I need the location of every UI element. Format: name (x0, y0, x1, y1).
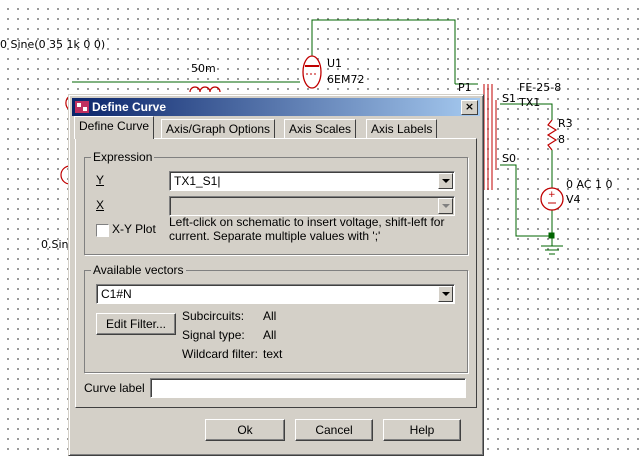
tab-panel: Expression Y TX1_S1| X X-Y Plot Left-cli… (75, 138, 477, 408)
v4-ref-label: V4 (566, 193, 581, 206)
source-v4-symbol[interactable]: + (540, 187, 564, 211)
v4-value-label: 0 AC 1 0 (566, 178, 613, 191)
wildcard-label: Wildcard filter: (182, 347, 259, 361)
y-label: Y (96, 173, 105, 187)
vector-select[interactable]: C1#N (96, 284, 455, 304)
tube-ref-label: U1 (327, 57, 343, 70)
transformer-symbol[interactable] (483, 84, 497, 190)
tab-axis-labels[interactable]: Axis Labels (366, 119, 438, 138)
help-button[interactable]: Help (383, 419, 461, 441)
signal-type-label: Signal type: (182, 328, 245, 342)
s0-label: S0 (502, 152, 516, 165)
expression-group: Expression Y TX1_S1| X X-Y Plot Left-cli… (84, 150, 468, 255)
x-label: X (96, 198, 105, 212)
cancel-button[interactable]: Cancel (295, 419, 373, 441)
y-expression-value: TX1_S1| (174, 174, 221, 188)
chevron-down-icon[interactable] (438, 198, 453, 214)
tab-axis-scales[interactable]: Axis Scales (284, 119, 357, 138)
transformer-ref-label: TX1 (519, 96, 541, 109)
inductor-symbol[interactable] (189, 86, 221, 93)
xy-plot-checkbox[interactable] (96, 224, 109, 237)
subcircuits-value: All (263, 309, 277, 323)
curve-label-input[interactable] (150, 378, 466, 398)
hint-line-1: Left-click on schematic to insert voltag… (169, 215, 445, 229)
dialog-titlebar[interactable]: Define Curve × (72, 98, 480, 116)
define-curve-dialog: Define Curve × Define Curve Axis/Graph O… (68, 94, 484, 456)
xy-plot-label[interactable]: X-Y Plot (112, 222, 156, 236)
inductor-value-label: 50m (191, 62, 216, 75)
edit-filter-button[interactable]: Edit Filter... (96, 313, 176, 335)
tube-u1-symbol[interactable] (302, 55, 322, 89)
y-expression-combo[interactable]: TX1_S1| (169, 171, 455, 191)
hint-line-2: current. Separate multiple values with '… (169, 229, 381, 243)
left-partial-label: 0.Sin (41, 238, 69, 251)
p1-label: P1 (458, 81, 472, 94)
svg-text:+: + (548, 190, 556, 200)
source-label: 0 Sine(0 35 1k 0 0) (0, 38, 106, 51)
ok-button[interactable]: Ok (205, 419, 285, 441)
resistor-ref-label: R3 (558, 117, 573, 130)
app-icon (75, 101, 89, 113)
tab-axis-graph-options[interactable]: Axis/Graph Options (161, 119, 276, 138)
dialog-title: Define Curve (92, 100, 167, 114)
available-vectors-label: Available vectors (91, 263, 186, 277)
chevron-down-icon[interactable] (438, 286, 453, 302)
subcircuits-label: Subcircuits: (182, 309, 245, 323)
available-vectors-group: Available vectors C1#N Edit Filter... Su… (84, 263, 468, 373)
expression-group-label: Expression (91, 150, 155, 164)
vector-select-value: C1#N (101, 287, 132, 301)
resistor-r3-symbol[interactable] (546, 119, 558, 151)
chevron-down-icon[interactable] (438, 173, 453, 189)
wildcard-value: text (263, 347, 283, 361)
resistor-value-label: 8 (558, 133, 565, 146)
signal-type-value: All (263, 328, 277, 342)
s1-label: S1 (502, 92, 516, 105)
tube-model-label: 6EM72 (327, 73, 365, 86)
x-expression-combo[interactable] (169, 196, 455, 216)
tab-define-curve[interactable]: Define Curve (74, 116, 155, 139)
transformer-model-label: FE-25-8 (519, 81, 562, 94)
close-icon[interactable]: × (461, 100, 478, 115)
curve-label-label: Curve label (84, 381, 145, 395)
